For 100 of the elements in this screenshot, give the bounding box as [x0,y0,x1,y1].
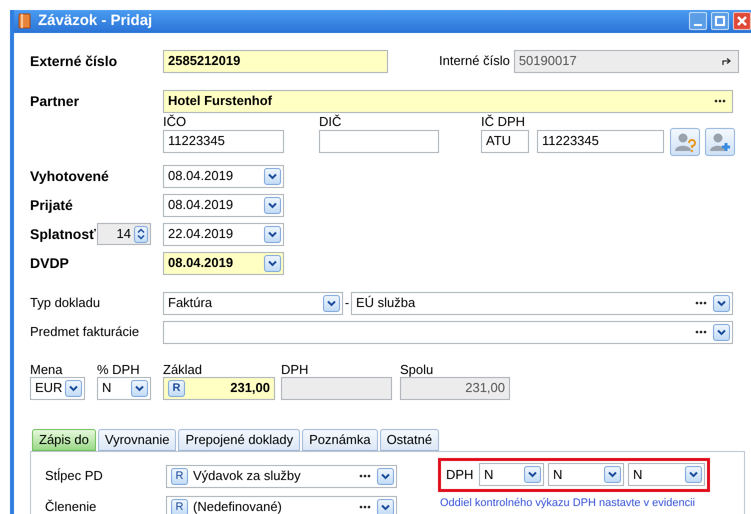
vat-section-field[interactable]: N [479,463,544,486]
dropdown-button[interactable] [524,466,541,483]
field-label: DPH [281,362,310,376]
days-spinner[interactable]: 14 [97,223,151,245]
vat-prefix-field[interactable]: ATU [481,130,529,152]
field-label: IČO [163,112,188,130]
chevron-down-icon [268,202,277,208]
separator-text: - [344,294,350,312]
document-type-field[interactable]: Faktúra [163,292,343,314]
dropdown-button[interactable] [377,498,394,514]
dropdown-button[interactable] [323,294,340,312]
ico-field[interactable]: 11223345 [163,130,284,152]
dropdown-button[interactable] [264,196,281,214]
chevron-down-icon [689,471,698,478]
date-field[interactable]: 08.04.2019 [163,164,284,188]
chevron-down-icon [268,260,277,266]
open-icon[interactable] [722,56,732,66]
field-label: Prijaté [30,196,74,215]
chevron-down-icon [717,328,726,336]
dic-field[interactable] [319,130,439,152]
field-label: Interné číslo [439,52,510,70]
field-label: Vyhotovené [30,166,110,186]
tab[interactable]: Ostatné [380,428,440,450]
dropdown-button[interactable] [377,468,394,484]
tab[interactable]: Prepojené doklady [178,428,300,450]
dropdown-button[interactable] [264,254,281,272]
minimize-button[interactable] [689,12,707,30]
chevron-down-icon [327,300,336,306]
base-button[interactable]: R [168,380,185,396]
chevron-down-icon [268,230,277,238]
tab[interactable]: Poznámka [302,428,378,450]
window-title: Záväzok - Pridaj [38,11,154,31]
spin-button[interactable] [134,226,148,242]
amount-field[interactable]: R 231,00 [163,376,275,400]
person-add-button[interactable] [705,128,735,156]
vat-id-field[interactable]: 11223345 [537,130,664,152]
dropdown-button[interactable] [264,168,281,184]
field-label: Mena [30,362,64,376]
amount-field: 231,00 [400,376,510,400]
dropdown-button[interactable] [685,466,702,483]
date-field[interactable]: 08.04.2019 [163,194,284,216]
field-label: Členenie [45,498,98,514]
chevron-down-icon [268,172,277,180]
minimize-icon [694,24,702,26]
chevron-down-icon [608,471,617,478]
field-label: DVDP [30,254,70,272]
dropdown-button[interactable] [131,380,148,396]
note-text: Oddiel kontrolného výkazu DPH nastavte v evidencii [440,496,696,510]
field-label: Splatnosť [30,224,97,244]
ellipsis-icon[interactable] [359,474,371,478]
maximize-icon [715,16,725,26]
dropdown-button[interactable] [713,294,730,312]
currency-field[interactable]: EUR [30,376,85,400]
date-field[interactable]: 22.04.2019 [163,222,284,246]
chevron-down-icon [528,471,537,478]
base-button[interactable]: R [171,468,188,484]
chevron-down-icon [69,384,78,392]
dropdown-button[interactable] [604,466,621,483]
field-label: DIČ [319,112,342,130]
ellipsis-icon[interactable] [714,99,726,103]
field-label: Spolu [400,362,434,376]
tab[interactable]: Zápis do [32,428,96,450]
close-button[interactable] [733,12,751,30]
dropdown-button[interactable] [713,324,730,340]
vat-rate-field[interactable]: N [97,376,151,400]
person-help-button[interactable] [670,128,700,156]
ellipsis-icon[interactable] [695,301,707,305]
maximize-button[interactable] [711,12,729,30]
close-icon [737,16,747,26]
partner-field[interactable]: Hotel Furstenhof [163,90,733,112]
ellipsis-icon[interactable] [695,330,707,334]
lookup-field[interactable]: R Výdavok za služby [166,464,397,488]
chevron-down-icon [135,384,144,392]
vat-section-field[interactable]: N [628,463,705,486]
dropdown-button[interactable] [264,226,281,242]
field-label: Základ [163,362,204,376]
lookup-field[interactable]: R (Nedefinované) [166,496,397,514]
field-label: IČ DPH [481,112,526,130]
dropdown-button[interactable] [65,380,82,396]
field-label: % DPH [97,362,141,376]
date-field[interactable]: 08.04.2019 [163,252,284,274]
field-label: Predmet fakturácie [30,323,140,342]
external-number-field[interactable]: 2585212019 [163,50,388,72]
chevron-down-icon [717,300,726,306]
field-label: DPH [446,466,474,484]
book-icon [18,13,31,30]
vat-section-field[interactable]: N [548,463,624,486]
base-button[interactable]: R [171,498,188,514]
chevron-down-icon [381,472,390,480]
field-label: Typ dokladu [30,294,102,312]
field-label: Stĺpec PD [45,467,104,486]
subject-field[interactable] [163,320,733,344]
field-label: Partner [30,92,80,110]
chevron-down-icon [381,504,390,510]
internal-number-field[interactable]: 50190017 [514,50,739,72]
ellipsis-icon[interactable] [359,505,371,509]
up-down-icon [137,228,145,240]
field-label: Externé číslo [30,52,118,70]
tab[interactable]: Vyrovnanie [98,428,176,450]
document-subtype-field[interactable]: EÚ služba [351,292,733,314]
